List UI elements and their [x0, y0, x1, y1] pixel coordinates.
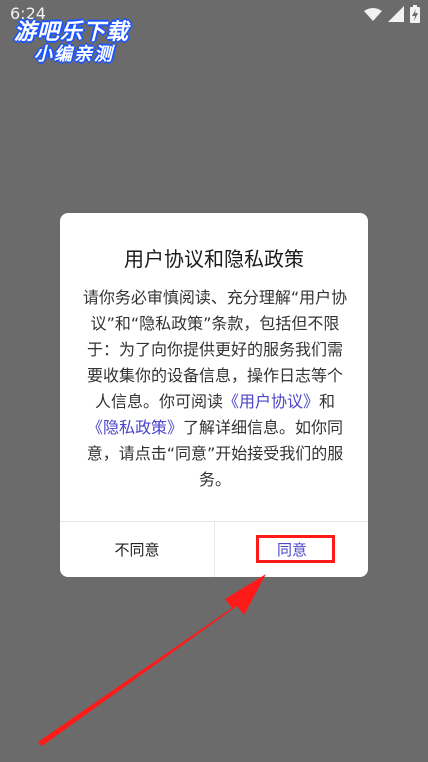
dialog-title: 用户协议和隐私政策 — [124, 247, 304, 271]
battery-charging-icon — [410, 5, 420, 27]
dialog-body: 请你务必审慎阅读、充分理解“用户协议”和“隐私政策”条款，包括但不限于：为了向你… — [80, 285, 350, 493]
privacy-policy-link[interactable]: 《隐私政策》 — [87, 418, 183, 437]
watermark-logo: 游吧乐下载 小编亲测 — [14, 14, 144, 66]
signal-icon — [388, 6, 404, 26]
body-text-and: 和 — [319, 392, 336, 411]
watermark-line2: 小编亲测 — [34, 44, 114, 65]
wifi-icon — [364, 7, 382, 26]
annotation-highlight-box — [256, 535, 335, 563]
privacy-dialog: 用户协议和隐私政策 请你务必审慎阅读、充分理解“用户协议”和“隐私政策”条款，包… — [60, 213, 368, 577]
disagree-button[interactable]: 不同意 — [60, 522, 214, 577]
status-icons — [364, 5, 420, 27]
user-agreement-link[interactable]: 《用户协议》 — [223, 392, 319, 411]
